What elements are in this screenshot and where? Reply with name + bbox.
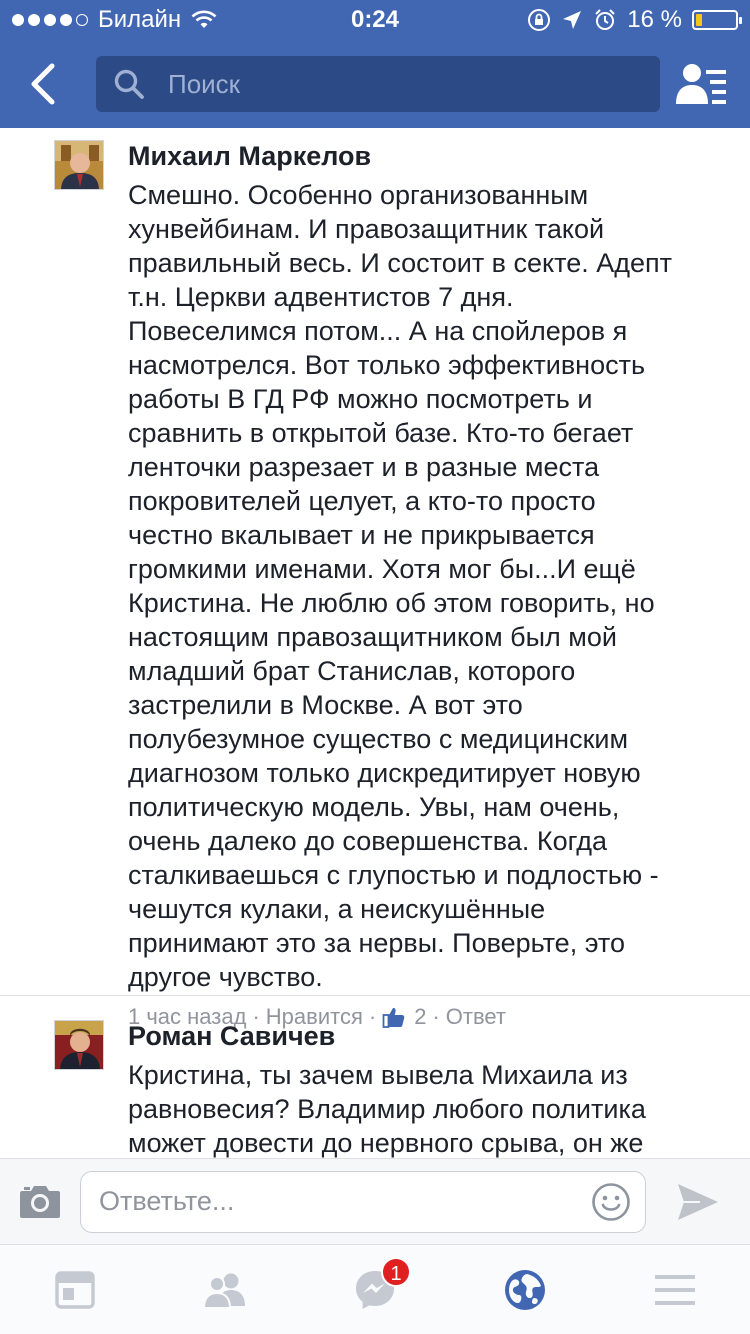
divider — [0, 995, 750, 996]
comment-body: Михаил Маркелов Смешно. Особенно организ… — [128, 140, 718, 1030]
avatar-image-icon — [55, 1021, 103, 1069]
header: Билайн 0:24 16 % Поиск — [0, 0, 750, 128]
comment-text: Кристина, ты зачем вывела Михаила из рав… — [128, 1060, 646, 1158]
tab-menu[interactable] — [645, 1263, 705, 1317]
messenger-badge: 1 — [381, 1257, 411, 1287]
camera-button[interactable] — [18, 1181, 62, 1221]
battery-level-fill — [696, 14, 702, 26]
tab-bar: 1 — [0, 1244, 750, 1334]
notifications-globe-icon — [505, 1270, 545, 1310]
reply-input[interactable]: Ответьте... — [80, 1171, 646, 1233]
camera-icon — [20, 1186, 60, 1218]
chevron-left-icon — [31, 63, 55, 105]
search-icon — [114, 69, 144, 99]
tab-friends[interactable] — [195, 1263, 255, 1317]
reply-bar: Ответьте... — [0, 1158, 750, 1244]
emoji-button[interactable] — [591, 1182, 631, 1222]
reply-placeholder: Ответьте... — [99, 1186, 235, 1216]
friend-requests-button[interactable] — [676, 62, 728, 106]
avatar[interactable] — [54, 1020, 104, 1070]
tab-news-feed[interactable] — [45, 1263, 105, 1317]
orientation-lock-icon — [528, 9, 551, 31]
friend-requests-icon — [676, 64, 726, 104]
search-input[interactable]: Поиск — [96, 56, 660, 112]
battery-icon — [692, 10, 742, 30]
status-bar: Билайн 0:24 16 % — [0, 0, 750, 40]
navigation-bar: Поиск — [0, 40, 750, 128]
friends-icon — [202, 1273, 245, 1308]
search-placeholder: Поиск — [168, 68, 241, 99]
location-icon — [563, 11, 582, 29]
emoji-icon — [592, 1183, 630, 1221]
send-icon — [678, 1184, 718, 1220]
avatar[interactable] — [54, 140, 104, 190]
status-icons: 16 % — [527, 6, 742, 34]
comment-author[interactable]: Михаил Маркелов — [128, 140, 718, 172]
tab-messenger[interactable]: 1 — [345, 1257, 411, 1317]
tab-notifications[interactable] — [495, 1263, 555, 1317]
news-feed-icon — [55, 1271, 95, 1309]
menu-icon — [655, 1275, 695, 1305]
comment-text: Смешно. Особенно организованным хунвейби… — [128, 180, 673, 992]
alarm-icon — [595, 9, 616, 30]
avatar-image-icon — [55, 141, 103, 189]
send-button[interactable] — [676, 1181, 720, 1223]
comment-author[interactable]: Роман Савичев — [128, 1020, 718, 1052]
comment-body: Роман Савичев Кристина, ты зачем вывела … — [128, 1020, 718, 1158]
battery-percent: 16 % — [627, 6, 682, 33]
back-button[interactable] — [18, 56, 68, 112]
comments-list: Михаил Маркелов Смешно. Особенно организ… — [0, 128, 750, 1158]
